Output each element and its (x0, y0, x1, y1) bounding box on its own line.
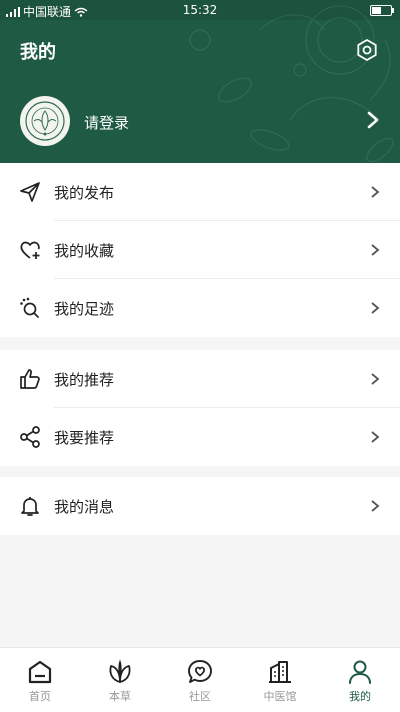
chevron-right-icon (371, 431, 380, 443)
login-link[interactable]: 请登录 (84, 112, 129, 133)
share-icon (20, 426, 40, 448)
menu-item-my-messages[interactable]: 我的消息 (0, 477, 400, 535)
leaf-icon (109, 659, 131, 683)
menu-item-my-recommendations[interactable]: 我的推荐 (0, 350, 400, 408)
chevron-right-icon (371, 373, 380, 385)
menu-group-recommend: 我的推荐 我要推荐 (0, 350, 400, 466)
menu-item-label: 我的消息 (54, 498, 115, 516)
tab-clinic[interactable]: 中医馆 (240, 648, 320, 712)
tab-label: 社区 (189, 690, 211, 703)
tab-home[interactable]: 首页 (0, 648, 80, 712)
avatar-emblem-icon (25, 101, 65, 141)
building-icon (269, 661, 291, 683)
footprint-icon (20, 297, 39, 318)
menu-item-recommend[interactable]: 我要推荐 (0, 408, 400, 466)
avatar[interactable] (20, 96, 70, 146)
menu-item-label: 我的发布 (54, 184, 115, 202)
tab-label: 我的 (349, 690, 371, 703)
paper-plane-icon (20, 182, 40, 202)
menu-item-label: 我的足迹 (54, 300, 115, 318)
menu-item-my-posts[interactable]: 我的发布 (0, 163, 400, 221)
menu-group-messages: 我的消息 (0, 477, 400, 535)
status-bar: 中国联通 15:32 (0, 0, 400, 20)
heart-plus-icon (20, 241, 40, 259)
menu-item-label: 我的收藏 (54, 242, 115, 260)
profile-header: 中国联通 15:32 我的 请登录 (0, 0, 400, 163)
chevron-right-icon (371, 500, 380, 512)
floral-decoration (189, 5, 394, 163)
thumbs-up-icon (20, 369, 40, 389)
tab-community[interactable]: 社区 (160, 648, 240, 712)
menu-item-label: 我的推荐 (54, 371, 115, 389)
tab-label: 中医馆 (263, 690, 297, 703)
chevron-right-icon (371, 302, 380, 314)
menu-group-content: 我的发布 我的收藏 我的足迹 (0, 163, 400, 337)
chevron-right-icon (371, 186, 380, 198)
menu-item-my-footprints[interactable]: 我的足迹 (0, 279, 400, 337)
chat-heart-icon (188, 660, 212, 683)
page-title: 我的 (20, 42, 56, 63)
menu-item-my-favorites[interactable]: 我的收藏 (0, 221, 400, 279)
chevron-right-icon[interactable] (366, 110, 380, 130)
tab-label: 首页 (29, 690, 51, 703)
user-icon (349, 660, 371, 684)
tab-mine[interactable]: 我的 (320, 648, 400, 712)
status-time: 15:32 (182, 3, 218, 17)
bottom-tab-bar: 首页 本草 社区 中医馆 我的 (0, 647, 400, 712)
settings-icon[interactable] (355, 38, 379, 62)
battery-icon (370, 5, 394, 16)
tab-label: 本草 (109, 690, 131, 703)
chevron-right-icon (371, 244, 380, 256)
tab-herbs[interactable]: 本草 (80, 648, 160, 712)
home-icon (28, 660, 52, 684)
bell-icon (21, 497, 39, 516)
menu-item-label: 我要推荐 (54, 429, 115, 447)
